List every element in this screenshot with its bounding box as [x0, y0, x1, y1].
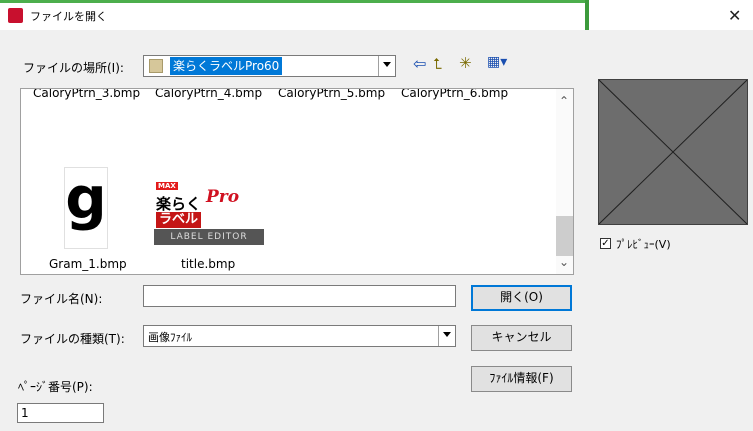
- preview-placeholder-cross: [599, 80, 747, 224]
- filename-label: ファイル名(N):: [20, 292, 103, 306]
- max-badge: MAX: [156, 182, 178, 190]
- gram-glyph: g: [65, 167, 107, 232]
- thumb-pro-text: Pro: [206, 187, 240, 207]
- preview-box: [598, 79, 748, 225]
- up-folder-icon[interactable]: ⮤: [433, 55, 442, 73]
- window-title: ファイルを開く: [30, 10, 107, 23]
- file-thumbnail[interactable]: MAX 楽らく Pro ラベル LABEL EDITOR: [154, 181, 264, 245]
- window-accent-line: [0, 0, 585, 3]
- thumb-text-line3: LABEL EDITOR: [154, 229, 264, 245]
- page-number-input[interactable]: 1: [17, 403, 104, 423]
- back-icon[interactable]: ⇦: [413, 54, 426, 73]
- app-icon: [8, 8, 23, 23]
- file-item-label[interactable]: title.bmp: [181, 257, 235, 271]
- file-list[interactable]: CaloryPtrn_3.bmp CaloryPtrn_4.bmp Calory…: [20, 88, 574, 275]
- page-number-label: ﾍﾟｰｼﾞ番号(P):: [18, 380, 93, 394]
- filename-input[interactable]: [143, 285, 456, 307]
- file-item-label[interactable]: CaloryPtrn_3.bmp: [33, 89, 140, 100]
- thumb-text-line1: 楽らく: [156, 195, 202, 213]
- close-icon[interactable]: ✕: [728, 6, 741, 25]
- scroll-down-icon[interactable]: ⌄: [559, 255, 569, 269]
- lookin-selected-value: 楽らくラベルPro60: [170, 57, 283, 75]
- file-thumbnail[interactable]: g: [64, 167, 108, 249]
- chevron-down-icon[interactable]: [378, 56, 395, 76]
- file-info-button[interactable]: ﾌｧｲﾙ情報(F): [471, 366, 572, 392]
- new-folder-icon[interactable]: ✳: [459, 54, 472, 72]
- cancel-button[interactable]: キャンセル: [471, 325, 572, 351]
- scrollbar-thumb[interactable]: [556, 216, 573, 256]
- title-bar: [0, 0, 753, 30]
- open-button[interactable]: 開く(O): [471, 285, 572, 311]
- file-item-label[interactable]: Gram_1.bmp: [49, 257, 127, 271]
- thumb-text-line2: ラベル: [156, 212, 202, 228]
- file-item-label[interactable]: CaloryPtrn_5.bmp: [278, 89, 385, 100]
- filetype-combobox[interactable]: 画像ﾌｧｲﾙ: [143, 325, 456, 347]
- lookin-label: ファイルの場所(I):: [23, 61, 124, 75]
- window-accent-line-vertical: [585, 0, 589, 30]
- preview-checkbox[interactable]: ✓: [600, 238, 611, 249]
- scroll-up-icon[interactable]: ⌃: [559, 94, 569, 108]
- folder-icon: [149, 59, 163, 73]
- file-item-label[interactable]: CaloryPtrn_6.bmp: [401, 89, 508, 100]
- chevron-down-icon[interactable]: [438, 326, 455, 346]
- file-item-label[interactable]: CaloryPtrn_4.bmp: [155, 89, 262, 100]
- filetype-value: 画像ﾌｧｲﾙ: [148, 331, 192, 344]
- view-menu-icon[interactable]: ▦▾: [487, 54, 507, 70]
- filetype-label: ファイルの種類(T):: [20, 332, 125, 346]
- preview-checkbox-label[interactable]: ﾌﾟﾚﾋﾞｭｰ(V): [616, 236, 671, 252]
